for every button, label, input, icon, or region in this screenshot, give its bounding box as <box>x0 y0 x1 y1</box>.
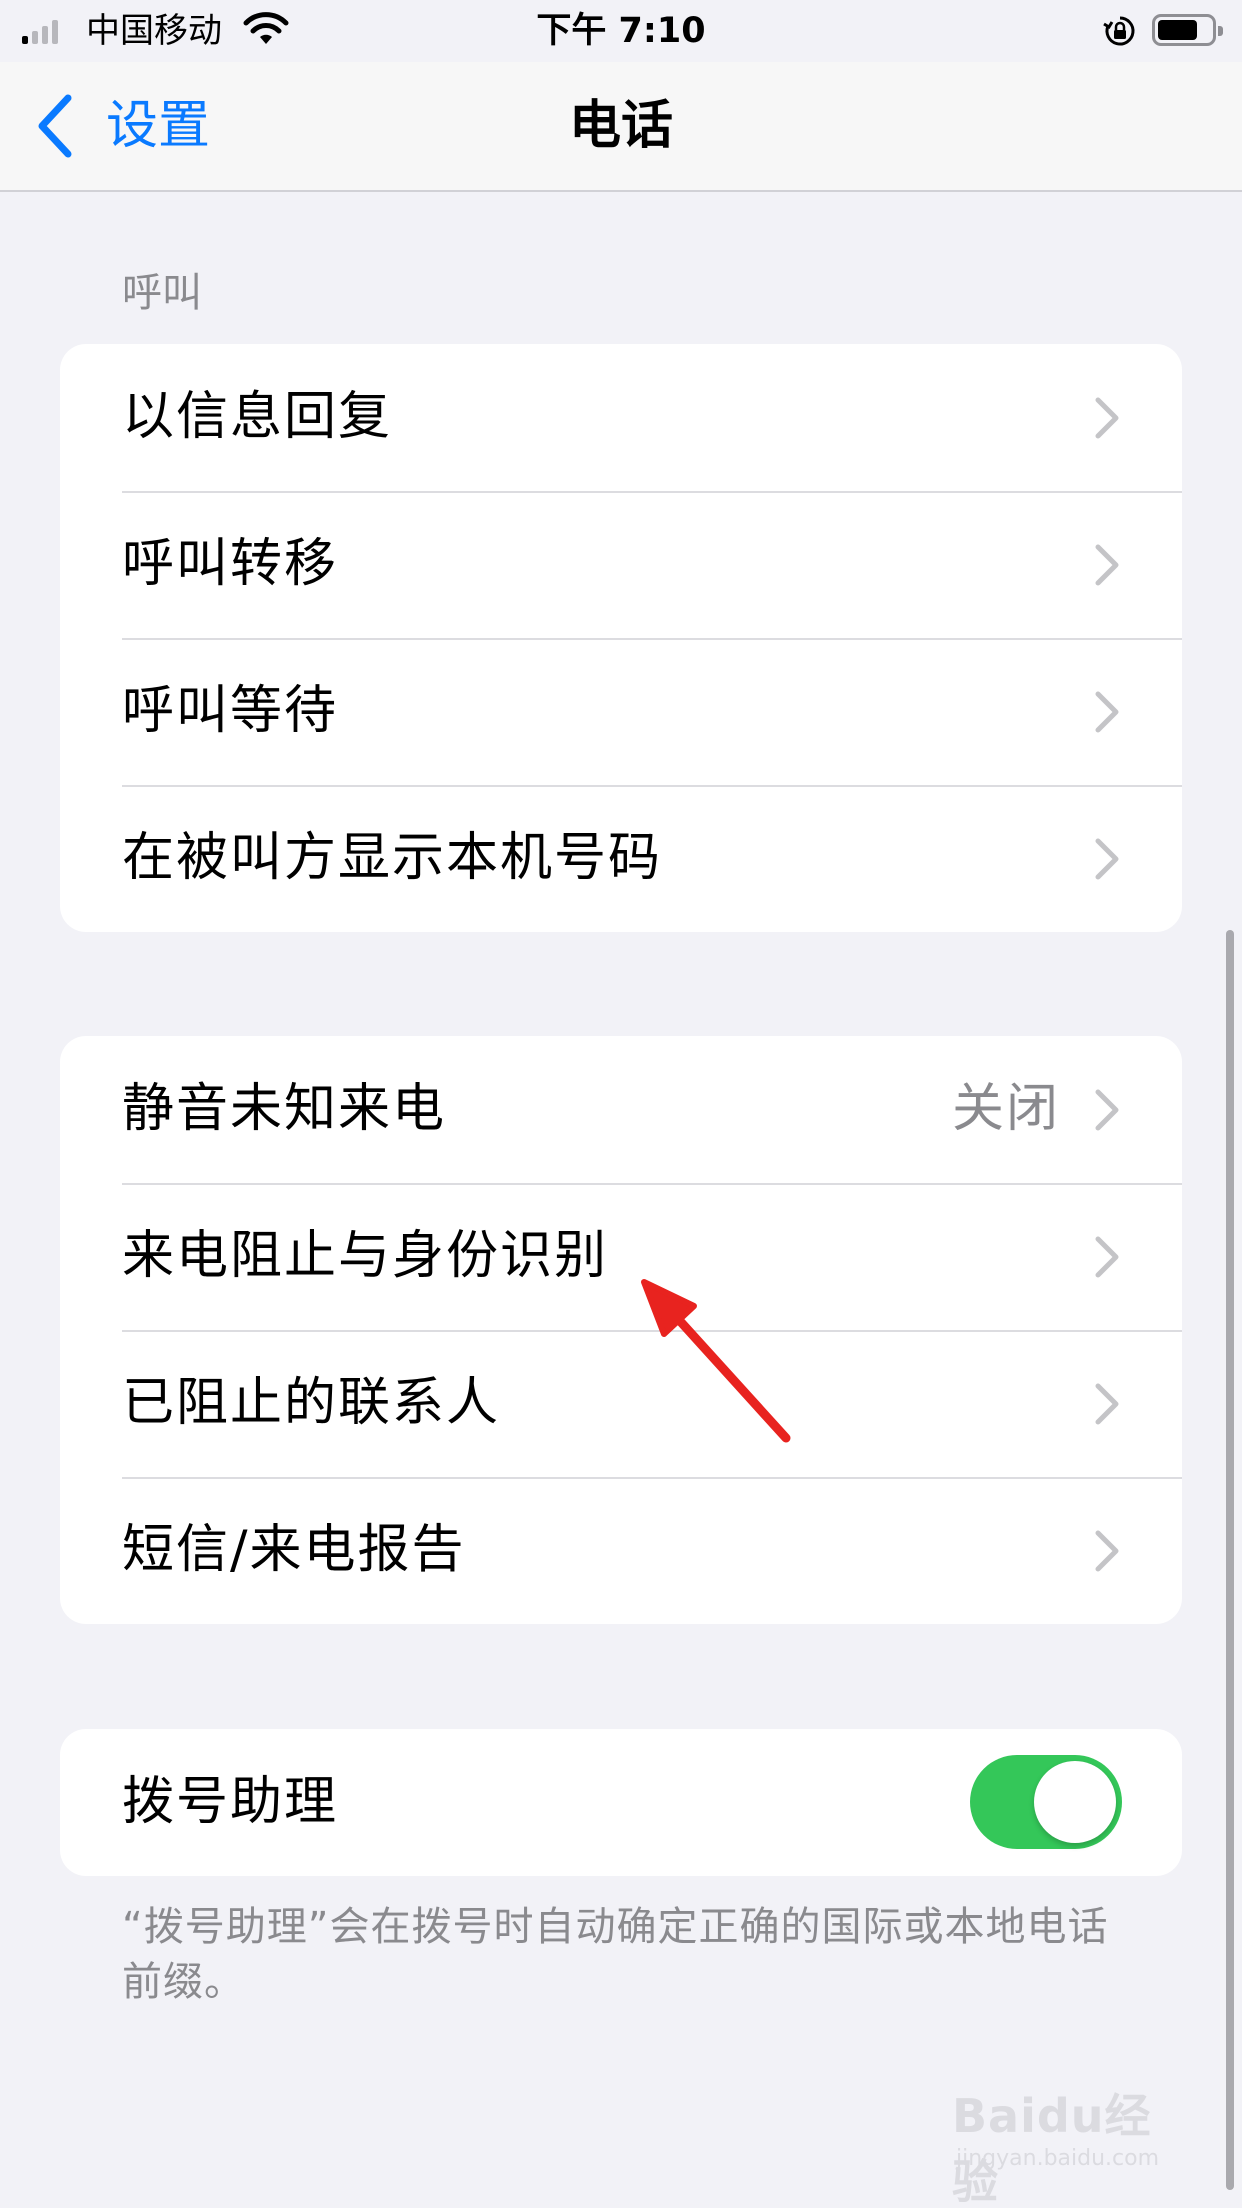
battery-level <box>1158 20 1197 40</box>
chevron-right-icon <box>1095 544 1119 585</box>
baidu-watermark: Baidu经验 jingyan.baidu.com <box>952 2080 1182 2208</box>
navigation-bar: 设置 电话 <box>0 62 1242 192</box>
status-time: 下午 7:10 <box>536 11 706 51</box>
row-dial-assist: 拨号助理 <box>60 1729 1182 1876</box>
row-reply-with-message[interactable]: 以信息回复 <box>60 344 1182 491</box>
battery-nub <box>1218 26 1223 36</box>
watermark-url: jingyan.baidu.com <box>956 2146 1160 2171</box>
chevron-right-icon <box>1095 1236 1119 1277</box>
chevron-right-icon <box>1095 397 1119 438</box>
row-label: 呼叫转移 <box>122 534 339 594</box>
row-label: 静音未知来电 <box>122 1079 447 1139</box>
blocking-group: 静音未知来电 关闭 来电阻止与身份识别 已阻止的联系人 短信/来电报告 <box>60 1036 1182 1624</box>
row-silence-unknown-callers[interactable]: 静音未知来电 关闭 <box>60 1036 1182 1183</box>
orientation-lock-icon <box>1103 16 1135 46</box>
row-label: 呼叫等待 <box>122 681 339 741</box>
page-title: 电话 <box>568 96 673 156</box>
row-call-forwarding[interactable]: 呼叫转移 <box>60 491 1182 638</box>
status-bar: 中国移动 下午 7:10 <box>0 0 1242 62</box>
calls-group: 以信息回复 呼叫转移 呼叫等待 在被叫方显示本机号码 <box>60 344 1182 932</box>
section-header-calls: 呼叫 <box>122 270 202 316</box>
dial-assist-toggle[interactable] <box>970 1755 1122 1849</box>
row-label: 在被叫方显示本机号码 <box>122 828 663 888</box>
chevron-right-icon <box>1095 691 1119 732</box>
dial-assist-group: 拨号助理 <box>60 1729 1182 1876</box>
scroll-indicator[interactable] <box>1226 930 1234 2190</box>
chevron-right-icon <box>1095 838 1119 879</box>
chevron-right-icon <box>1095 1089 1119 1130</box>
row-label: 来电阻止与身份识别 <box>122 1226 609 1286</box>
dial-assist-footer: “拨号助理”会在拨号时自动确定正确的国际或本地电话前缀。 <box>122 1904 1109 2005</box>
chevron-right-icon <box>1095 1530 1119 1571</box>
row-show-caller-id[interactable]: 在被叫方显示本机号码 <box>60 785 1182 932</box>
toggle-knob <box>1034 1761 1116 1843</box>
battery-icon <box>1152 14 1223 46</box>
row-label: 以信息回复 <box>122 387 393 447</box>
row-label: 拨号助理 <box>122 1772 339 1832</box>
watermark-logo: Baidu经验 <box>952 2089 1152 2208</box>
row-call-blocking-identification[interactable]: 来电阻止与身份识别 <box>60 1183 1182 1330</box>
chevron-right-icon <box>1095 1383 1119 1424</box>
row-sms-call-reporting[interactable]: 短信/来电报告 <box>60 1477 1182 1624</box>
row-call-waiting[interactable]: 呼叫等待 <box>60 638 1182 785</box>
row-label: 已阻止的联系人 <box>122 1373 501 1433</box>
phone-settings-screen: 中国移动 下午 7:10 设置 电话 呼叫 以信息回复 呼叫转移 呼叫等待 在被… <box>0 0 1242 2208</box>
row-blocked-contacts[interactable]: 已阻止的联系人 <box>60 1330 1182 1477</box>
row-value: 关闭 <box>951 1079 1060 1139</box>
row-label: 短信/来电报告 <box>122 1520 466 1580</box>
